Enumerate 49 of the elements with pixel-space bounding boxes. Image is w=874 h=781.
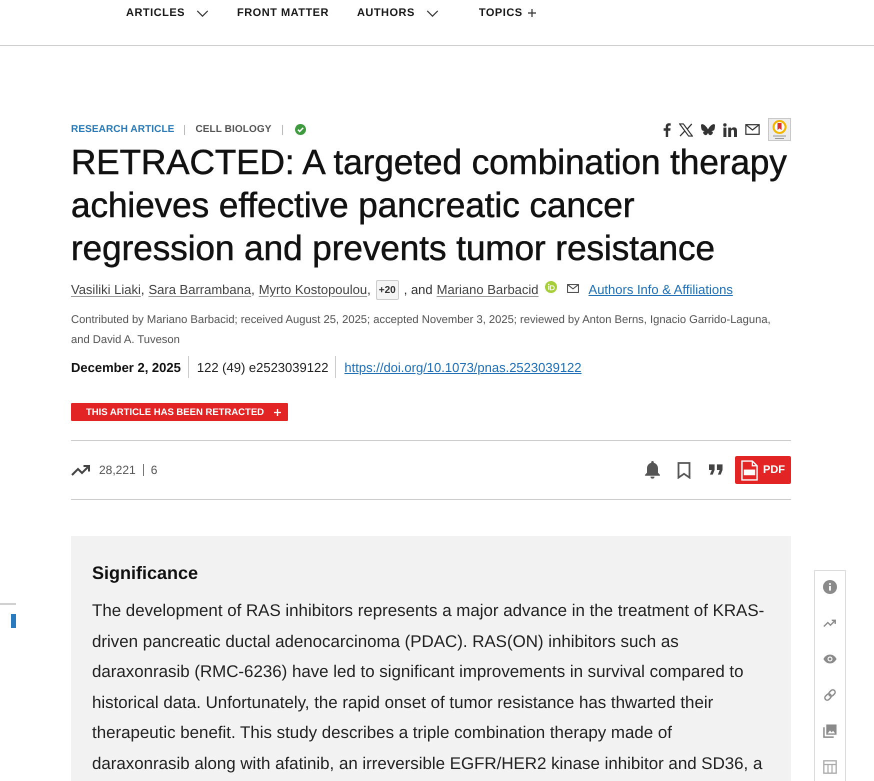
publication-date: December 2, 2025	[71, 360, 181, 374]
citations-count: 6	[150, 463, 158, 477]
bookmark-icon[interactable]	[677, 462, 691, 478]
author-link[interactable]: Sara Barrambana	[148, 280, 252, 300]
linkedin-icon[interactable]	[723, 122, 737, 136]
updates-badge-icon[interactable]	[768, 118, 791, 141]
nav-link[interactable]: AUTHORS	[356, 7, 439, 19]
comma-separator: ,	[367, 281, 371, 299]
author-link[interactable]: Vasiliki Liaki	[71, 280, 141, 300]
comma-separator: ,	[251, 281, 255, 299]
plus-icon	[274, 408, 282, 416]
views-count: 28,221	[99, 463, 136, 477]
bell-icon[interactable]	[644, 461, 661, 479]
trending-up-icon	[71, 464, 91, 476]
section-heading: Significance	[92, 562, 200, 585]
quote-icon[interactable]	[709, 464, 723, 476]
significance-text: The development of RAS inhibitors represents a major advance in the treatment of KRAS-driven pancreatic ductal adenocarcinoma (PDAC). RAS(ON) inhibitors such as daraxonrasib (RMC-6236) have led to significant improvements in survival compared to historical data. Unfortunately, the rapid onset of tumor resistance has thwarted their therapeutic benefit. This study describes a triple combination therapy made of daraxonrasib along with afatinib, an irreversible EGFR/HER2 kinase inhibitor and SD36, a	[92, 600, 766, 774]
info-icon[interactable]	[823, 580, 837, 594]
retraction-notice-button[interactable]: THIS ARTICLE HAS BEEN RETRACTED	[71, 403, 288, 421]
subject-label: CELL BIOLOGY	[195, 124, 272, 135]
more-authors-button[interactable]: +20	[376, 280, 399, 300]
butterfly-icon[interactable]	[701, 122, 715, 136]
article-type-label: RESEARCH ARTICLE	[71, 124, 174, 135]
author-link[interactable]: Mariano Barbacid	[436, 280, 539, 300]
active-section-marker	[11, 614, 16, 628]
facebook-icon[interactable]	[663, 122, 671, 136]
link-icon[interactable]	[823, 688, 837, 702]
nav-link[interactable]: TOPICS	[478, 7, 536, 19]
author-link[interactable]: Myrto Kostopoulou	[258, 280, 368, 300]
nav-link[interactable]: ARTICLES	[126, 7, 209, 19]
comma-separator: ,	[140, 281, 144, 299]
chevron-down-icon	[426, 10, 439, 16]
nav-link[interactable]: FRONT MATTER	[237, 7, 329, 19]
citation-text: 122 (49) e2523039122	[196, 360, 328, 374]
document-icon	[741, 460, 758, 480]
check-circle-icon	[294, 124, 306, 135]
doi-link[interactable]: https://doi.org/10.1073/pnas.2523039122	[344, 360, 582, 374]
contribution-text: Contributed by Mariano Barbacid; received August 25, 2025; accepted November 3, 2025; reviewed by Anton Berns, Ignacio Garrido-Laguna, and David A. Tuveson	[71, 313, 772, 348]
chevron-down-icon	[196, 10, 209, 16]
image-gallery-icon[interactable]	[823, 724, 837, 738]
x-logo-icon[interactable]	[679, 122, 693, 136]
mail-icon[interactable]	[745, 124, 760, 135]
pdf-button[interactable]: PDF	[735, 456, 791, 484]
conjunction-text: , and	[404, 281, 433, 299]
article-title: RETRACTED: A targeted combination therapy achieves effective pancreatic cancer regression and prevents tumor resistance	[71, 142, 788, 270]
eye-icon[interactable]	[823, 652, 837, 666]
plus-icon	[528, 9, 536, 17]
mail-icon[interactable]	[566, 284, 579, 292]
affiliations-link[interactable]: Authors Info & Affiliations	[588, 280, 733, 300]
